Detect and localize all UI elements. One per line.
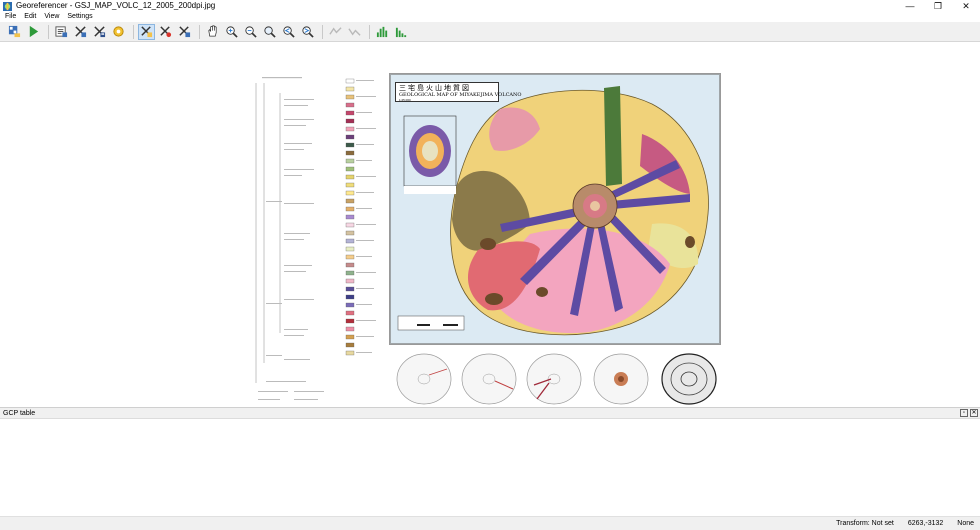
zoom-out-icon: [245, 26, 257, 38]
load-gcp-icon: [75, 26, 87, 38]
transform-status: Transform: Not set: [836, 520, 894, 527]
gcp-table-title: GCP table: [3, 409, 36, 417]
menu-settings[interactable]: Settings: [67, 12, 92, 22]
transformation-settings-button[interactable]: [110, 24, 127, 40]
map-title-box: 三宅島火山地質図 GEOLOGICAL MAP OF MIYAKEJIMA VO…: [395, 82, 522, 102]
zoom-out-button[interactable]: [242, 24, 259, 40]
delete-point-icon: [160, 26, 172, 38]
save-gcp-icon: [94, 26, 106, 38]
full-histogram-stretch-button[interactable]: [374, 24, 391, 40]
zoom-next-icon: [302, 26, 314, 38]
crs-status: None: [957, 520, 974, 527]
open-raster-button[interactable]: [6, 24, 23, 40]
pan-icon: [208, 25, 217, 37]
title-bar: Georeferencer - GSJ_MAP_VOLC_12_2005_200…: [0, 0, 980, 12]
start-georeferencing-button[interactable]: [25, 24, 42, 40]
georeferencer-toolbar: [0, 22, 980, 42]
local-histogram-stretch-button[interactable]: [393, 24, 410, 40]
link-qgis-icon: [348, 28, 361, 36]
delete-point-button[interactable]: [157, 24, 174, 40]
gcp-table[interactable]: [0, 419, 980, 517]
toolbar-separator: [369, 24, 370, 39]
menu-file[interactable]: File: [5, 12, 16, 22]
play-icon: [29, 25, 39, 38]
minimize-button[interactable]: —: [896, 0, 924, 12]
link-geo-icon: [329, 27, 342, 35]
script-icon: [55, 26, 68, 38]
move-gcp-point-button[interactable]: [176, 24, 193, 40]
zoom-next-button[interactable]: [299, 24, 316, 40]
historical-eruption-maps: [396, 353, 717, 405]
georeferencer-app-icon: [3, 1, 12, 11]
status-bar: Transform: Not set 6263,-3132 None: [0, 517, 980, 530]
gcp-table-header: GCP table ▫ ✕: [0, 407, 980, 419]
float-panel-button[interactable]: ▫: [960, 409, 968, 417]
coordinate-readout: 6263,-3132: [907, 520, 944, 527]
geological-map-drawing: [390, 74, 720, 344]
zoom-last-button[interactable]: [280, 24, 297, 40]
open-raster-icon: [8, 25, 21, 38]
gear-icon: [113, 26, 124, 37]
pan-button[interactable]: [204, 24, 221, 40]
save-gcp-points-button[interactable]: [91, 24, 108, 40]
menu-view[interactable]: View: [44, 12, 59, 22]
menu-edit[interactable]: Edit: [24, 12, 36, 22]
load-gcp-points-button[interactable]: [72, 24, 89, 40]
zoom-to-layer-button[interactable]: [261, 24, 278, 40]
histogram-local-icon: [395, 27, 407, 38]
add-point-icon: [141, 26, 153, 38]
link-georeferencer-to-qgis-button[interactable]: [327, 24, 344, 40]
zoom-layer-icon: [264, 26, 276, 38]
move-point-icon: [179, 26, 191, 38]
add-point-button[interactable]: [138, 23, 155, 40]
maximize-button[interactable]: ❐: [924, 0, 952, 12]
geological-map-image: 三宅島火山地質図 GEOLOGICAL MAP OF MIYAKEJIMA VO…: [389, 73, 721, 345]
georeferencer-map-canvas[interactable]: 三宅島火山地質図 GEOLOGICAL MAP OF MIYAKEJIMA VO…: [0, 43, 980, 407]
zoom-in-icon: [226, 26, 238, 38]
map-legend-image: [248, 73, 388, 407]
menu-bar: File Edit View Settings: [0, 12, 980, 22]
zoom-in-button[interactable]: [223, 24, 240, 40]
map-title-japanese: 三宅島火山地質図: [399, 84, 471, 92]
close-panel-button[interactable]: ✕: [970, 409, 978, 417]
generate-gdal-script-button[interactable]: [53, 24, 70, 40]
zoom-last-icon: [283, 26, 295, 38]
histogram-full-icon: [376, 26, 388, 38]
map-title-english: GEOLOGICAL MAP OF MIYAKEJIMA VOLCANO: [399, 92, 522, 98]
window-title: Georeferencer - GSJ_MAP_VOLC_12_2005_200…: [16, 1, 216, 10]
toolbar-separator: [48, 24, 49, 39]
toolbar-separator: [133, 24, 134, 39]
toolbar-separator: [199, 24, 200, 39]
link-qgis-to-georeferencer-button[interactable]: [346, 24, 363, 40]
toolbar-separator: [322, 24, 323, 39]
map-scale-text: 1:25,000: [399, 98, 411, 102]
close-button[interactable]: ✕: [952, 0, 980, 12]
